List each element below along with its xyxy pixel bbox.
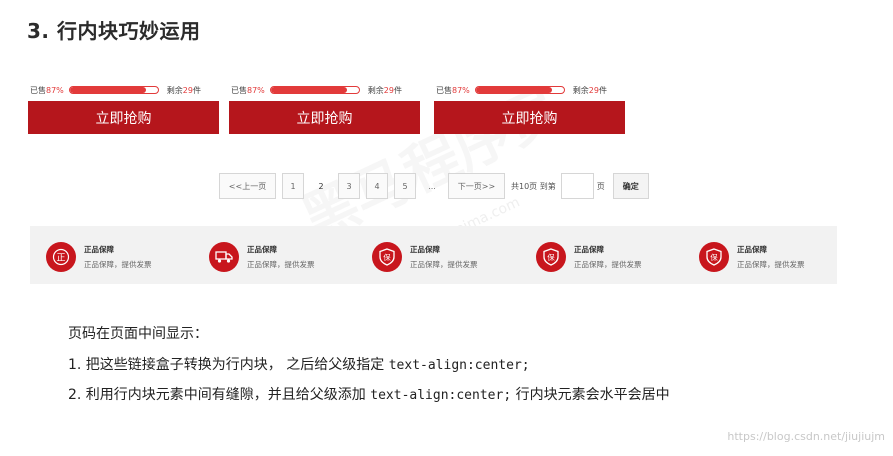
remain-label: 剩余 xyxy=(367,85,384,95)
sold-label: 已售 xyxy=(436,85,452,95)
remain-label: 剩余 xyxy=(572,85,589,95)
svg-text:保: 保 xyxy=(710,253,718,262)
sold-label: 已售 xyxy=(30,85,46,95)
guarantee-title: 正品保障 xyxy=(737,245,767,254)
progress-fill xyxy=(270,87,348,93)
remain-unit: 件 xyxy=(192,85,201,95)
sale-meta: 已售 87% 剩余29件 xyxy=(28,82,219,98)
guarantee-item: 保 正品保障正品保障，提供发票 xyxy=(536,242,642,272)
note-text: 1. 把这些链接盒子转换为行内块， 之后给父级指定 xyxy=(68,357,389,373)
remain-unit: 件 xyxy=(393,85,402,95)
sale-card: 已售 87% 剩余29件 立即抢购 xyxy=(28,82,219,134)
bao-shield-icon: 保 xyxy=(536,242,566,272)
guarantee-item: 保 正品保障正品保障，提供发票 xyxy=(372,242,478,272)
guarantee-desc: 正品保障，提供发票 xyxy=(84,260,152,269)
jump-page-input[interactable] xyxy=(560,173,594,199)
page-link-1[interactable]: 1 xyxy=(282,173,304,199)
code-snippet: text-align:center; xyxy=(370,388,512,403)
bao-shield-icon: 保 xyxy=(699,242,729,272)
note-text-suffix: 行内块元素会水平会居中 xyxy=(511,387,670,403)
progress-fill xyxy=(69,87,147,93)
progress-bar xyxy=(269,86,360,94)
page-ellipsis: ... xyxy=(428,181,436,191)
page-link-5[interactable]: 5 xyxy=(394,173,416,199)
progress-bar xyxy=(68,86,159,94)
current-page: 2 xyxy=(318,181,324,191)
sold-percent: 87% xyxy=(452,85,470,95)
sold-label: 已售 xyxy=(231,85,247,95)
notes-heading: 页码在页面中间显示： xyxy=(68,326,208,342)
next-page-button[interactable]: 下一页>> xyxy=(448,173,505,199)
guarantee-title: 正品保障 xyxy=(410,245,440,254)
guarantee-desc: 正品保障，提供发票 xyxy=(410,260,478,269)
remain-number: 29 xyxy=(588,85,599,95)
guarantee-desc: 正品保障，提供发票 xyxy=(574,260,642,269)
sold-percent: 87% xyxy=(46,85,64,95)
remain-text: 剩余29件 xyxy=(368,85,402,96)
guarantee-strip: 正 正品保障 正品保障，提供发票 正品保障 正品保障，提供发票 保 正品保障 正品保障… xyxy=(30,226,837,284)
buy-now-button[interactable]: 立即抢购 xyxy=(434,101,625,134)
progress-bar xyxy=(474,86,565,94)
sale-meta: 已售 87% 剩余29件 xyxy=(229,82,420,98)
source-url: https://blog.csdn.net/jiujiujm xyxy=(727,430,885,443)
sold-percent: 87% xyxy=(247,85,265,95)
sale-card: 已售 87% 剩余29件 立即抢购 xyxy=(229,82,420,134)
bao-shield-icon: 保 xyxy=(372,242,402,272)
delivery-truck-icon xyxy=(209,242,239,272)
remain-text: 剩余29件 xyxy=(167,85,201,96)
note-text: 2. 利用行内块元素中间有缝隙，并且给父级添加 xyxy=(68,387,371,403)
progress-fill xyxy=(475,87,553,93)
page-link-3[interactable]: 3 xyxy=(338,173,360,199)
svg-text:正: 正 xyxy=(56,254,65,264)
guarantee-title: 正品保障 xyxy=(247,245,277,254)
remain-number: 29 xyxy=(182,85,193,95)
code-snippet: text-align:center; xyxy=(388,358,530,373)
remain-number: 29 xyxy=(383,85,394,95)
remain-text: 剩余29件 xyxy=(573,85,607,96)
remain-label: 剩余 xyxy=(166,85,183,95)
sale-card: 已售 87% 剩余29件 立即抢购 xyxy=(434,82,625,134)
sale-meta: 已售 87% 剩余29件 xyxy=(434,82,625,98)
guarantee-title: 正品保障 xyxy=(84,245,114,254)
page-title: 3. 行内块巧妙运用 xyxy=(27,19,201,43)
svg-text:保: 保 xyxy=(547,253,555,262)
total-pages-text: 共10页 到第 xyxy=(511,181,556,191)
guarantee-item: 正 正品保障正品保障，提供发票 xyxy=(46,242,152,272)
remain-unit: 件 xyxy=(598,85,607,95)
page-unit-label: 页 xyxy=(596,181,605,191)
confirm-button[interactable]: 确定 xyxy=(612,173,649,199)
guarantee-desc: 正品保障，提供发票 xyxy=(737,260,805,269)
note-item-1: 1. 把这些链接盒子转换为行内块， 之后给父级指定 text-align:cen… xyxy=(68,354,530,374)
guarantee-desc: 正品保障，提供发票 xyxy=(247,260,315,269)
page-link-4[interactable]: 4 xyxy=(366,173,388,199)
prev-page-button[interactable]: <<上一页 xyxy=(219,173,276,199)
guarantee-item: 保 正品保障正品保障，提供发票 xyxy=(699,242,805,272)
pagination: <<上一页 1 2 3 4 5 ... 下一页>> 共10页 到第 页 确定 xyxy=(219,172,649,200)
note-item-2: 2. 利用行内块元素中间有缝隙，并且给父级添加 text-align:cente… xyxy=(68,384,670,404)
buy-now-button[interactable]: 立即抢购 xyxy=(229,101,420,134)
guarantee-item: 正品保障正品保障，提供发票 xyxy=(209,242,315,272)
guarantee-title: 正品保障 xyxy=(574,245,604,254)
buy-now-button[interactable]: 立即抢购 xyxy=(28,101,219,134)
svg-text:保: 保 xyxy=(383,253,391,262)
zheng-seal-icon: 正 xyxy=(46,242,76,272)
